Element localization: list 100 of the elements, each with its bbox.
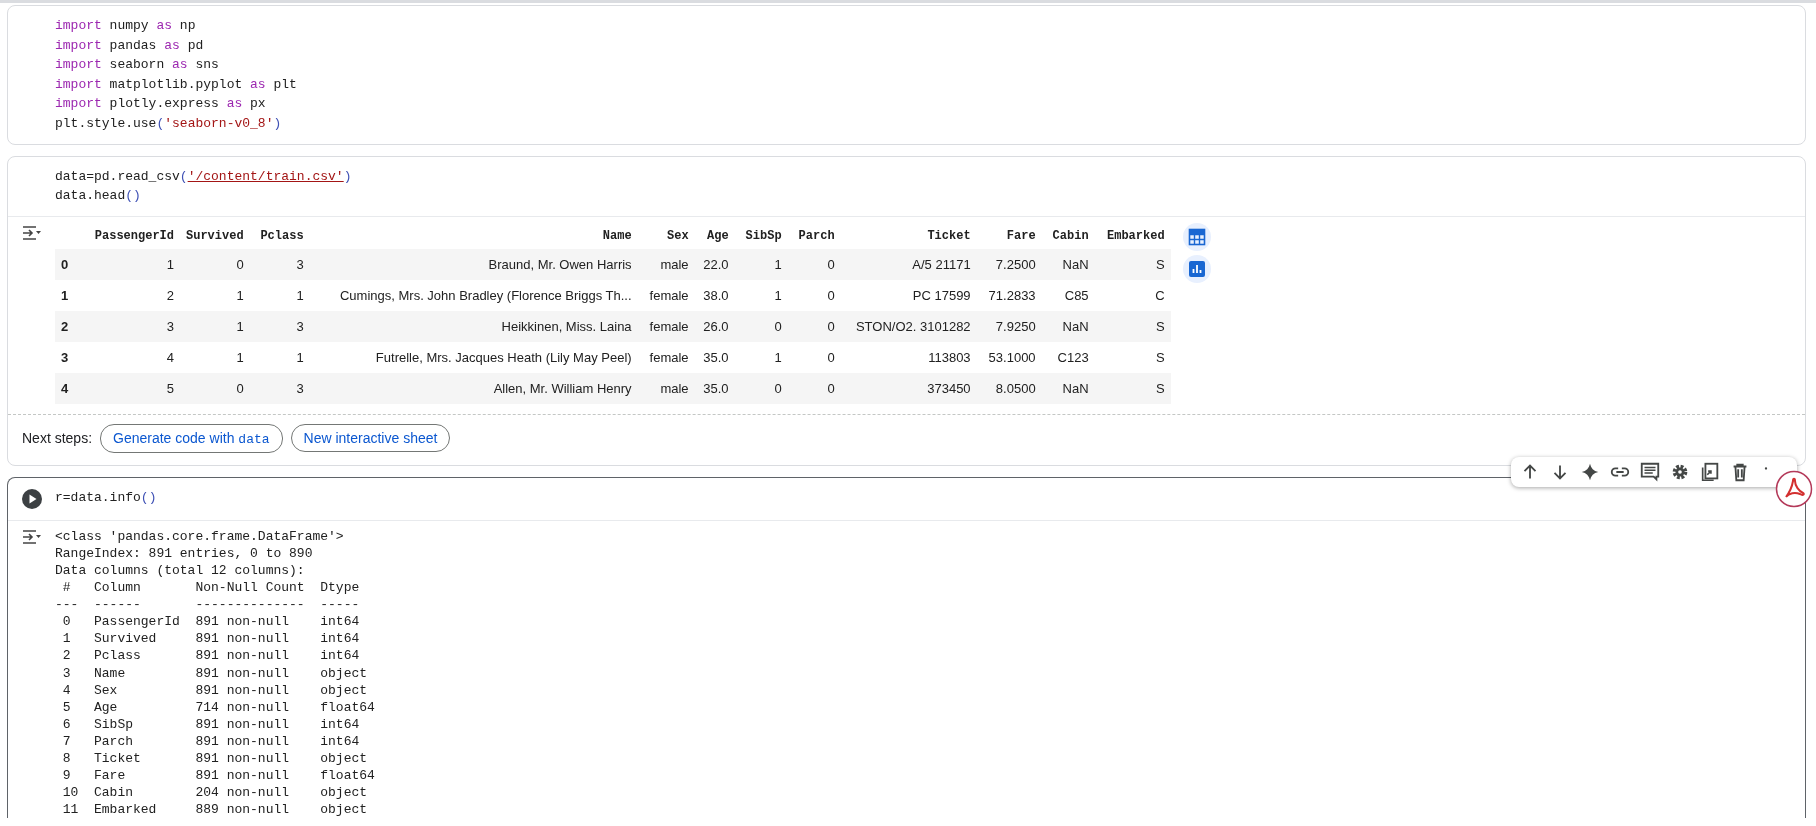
code-line: data=pd.read_csv('/content/train.csv') bbox=[55, 167, 352, 186]
column-header: Fare bbox=[1006, 228, 1036, 243]
row-index: 1 bbox=[61, 287, 69, 303]
table-cell: female bbox=[649, 318, 689, 334]
code-line: import numpy as np bbox=[55, 17, 197, 35]
table-cell: 38.0 bbox=[703, 287, 729, 303]
row-index: 3 bbox=[61, 349, 69, 365]
table-cell: NaN bbox=[1062, 256, 1089, 272]
output-line: 5 Age 714 non-null float64 bbox=[61, 698, 375, 716]
code-line: import seaborn as sns bbox=[55, 56, 220, 75]
table-cell: 0 bbox=[827, 256, 835, 272]
table-cell: 71.2833 bbox=[988, 287, 1036, 303]
mirror-cell-icon[interactable] bbox=[1699, 461, 1721, 483]
table-cell: A/5 21171 bbox=[912, 256, 971, 272]
code-line: import pandas as pd bbox=[55, 36, 205, 55]
table-cell: 22.0 bbox=[703, 256, 729, 272]
table-cell: NaN bbox=[1062, 380, 1089, 396]
table-cell: 1 bbox=[236, 287, 244, 303]
table-cell: 1 bbox=[236, 318, 244, 334]
table-cell: 1 bbox=[296, 349, 304, 365]
table-icon[interactable] bbox=[1187, 227, 1206, 246]
column-header: Parch bbox=[798, 228, 835, 243]
table-cell: 7.9250 bbox=[995, 318, 1036, 334]
column-header: Ticket bbox=[927, 228, 971, 243]
table-cell: 35.0 bbox=[703, 349, 729, 365]
table-cell: 373450 bbox=[927, 380, 971, 396]
comment-icon[interactable] bbox=[1639, 461, 1661, 483]
table-cell: male bbox=[660, 256, 689, 272]
output-line: 11 Embarked 889 non-null object bbox=[61, 801, 369, 819]
output-line: --- ------ -------------- ----- bbox=[55, 596, 361, 614]
code-line: data.head() bbox=[55, 187, 142, 206]
table-cell: 53.1000 bbox=[988, 349, 1036, 365]
pdf-icon[interactable] bbox=[1775, 470, 1813, 508]
code-line: r=data.info() bbox=[55, 488, 157, 507]
table-cell: 1 bbox=[236, 349, 244, 365]
table-cell: 0 bbox=[236, 380, 244, 396]
column-header: Embarked bbox=[1107, 228, 1165, 243]
table-cell: STON/O2. 3101282 bbox=[855, 318, 971, 334]
table-cell: S bbox=[1155, 318, 1165, 334]
table-cell: 113803 bbox=[928, 349, 971, 365]
table-cell: S bbox=[1155, 380, 1165, 396]
next-steps-label: Next steps: bbox=[22, 430, 93, 447]
table-cell: 7.2500 bbox=[995, 256, 1036, 272]
table-cell: C123 bbox=[1057, 349, 1089, 365]
table-cell: 3 bbox=[296, 256, 304, 272]
table-cell: 1 bbox=[774, 349, 782, 365]
output-toggle-icon[interactable] bbox=[21, 224, 42, 241]
table-cell: 4 bbox=[166, 349, 174, 365]
row-index: 4 bbox=[61, 380, 69, 396]
output-line: 1 Survived 891 non-null int64 bbox=[61, 630, 361, 648]
chart-button[interactable] bbox=[1182, 254, 1211, 283]
suggestion-button[interactable]: Generate code with data bbox=[100, 423, 283, 453]
code-line: import plotly.express as px bbox=[55, 95, 267, 114]
column-header: Name bbox=[602, 228, 632, 243]
output-line: 2 Pclass 891 non-null int64 bbox=[61, 647, 361, 665]
table-cell: Allen, Mr. William Henry bbox=[493, 380, 632, 396]
table-cell: 5 bbox=[166, 380, 174, 396]
table-cell: Cumings, Mrs. John Bradley (Florence Briggs Th... bbox=[339, 287, 632, 303]
bar-chart-icon[interactable] bbox=[1187, 259, 1206, 278]
column-header: SibSp bbox=[745, 228, 782, 243]
table-cell: female bbox=[649, 349, 689, 365]
table-cell: 2 bbox=[166, 287, 174, 303]
output-toggle-icon[interactable] bbox=[21, 528, 42, 545]
table-cell: S bbox=[1155, 256, 1165, 272]
run-button[interactable] bbox=[20, 487, 43, 510]
column-header: Survived bbox=[186, 228, 244, 243]
column-header: Sex bbox=[667, 228, 689, 243]
table-view-button[interactable] bbox=[1182, 222, 1211, 251]
table-cell: 3 bbox=[166, 318, 174, 334]
output-line: Data columns (total 12 columns): bbox=[55, 561, 306, 580]
code-line: import matplotlib.pyplot as plt bbox=[55, 75, 297, 94]
table-cell: Braund, Mr. Owen Harris bbox=[488, 256, 632, 272]
output-line: 6 SibSp 891 non-null int64 bbox=[61, 715, 361, 733]
table-cell: 3 bbox=[296, 318, 304, 334]
table-cell: Futrelle, Mrs. Jacques Heath (Lily May Peel) bbox=[375, 349, 632, 365]
table-cell: 0 bbox=[827, 349, 835, 365]
table-cell: NaN bbox=[1062, 318, 1089, 334]
output-line: 0 PassengerId 891 non-null int64 bbox=[61, 613, 361, 631]
column-header: PassengerId bbox=[94, 228, 174, 243]
column-header: Pclass bbox=[260, 228, 304, 243]
table-cell: 35.0 bbox=[703, 380, 729, 396]
code-line: plt.style.use('seaborn-v0_8') bbox=[55, 114, 283, 133]
column-header: Cabin bbox=[1052, 228, 1089, 243]
table-cell: 1 bbox=[166, 256, 174, 272]
table-cell: 0 bbox=[827, 380, 835, 396]
table-cell: 0 bbox=[236, 256, 244, 272]
output-line: <class 'pandas.core.frame.DataFrame'> bbox=[55, 527, 345, 545]
row-index: 2 bbox=[61, 318, 69, 334]
suggestion-button[interactable]: New interactive sheet bbox=[290, 424, 451, 453]
table-cell: C bbox=[1155, 287, 1165, 303]
output-line: RangeIndex: 891 entries, 0 to 890 bbox=[55, 544, 314, 562]
table-cell: 0 bbox=[774, 318, 782, 334]
output-line: 8 Ticket 891 non-null object bbox=[61, 749, 369, 768]
column-header: Age bbox=[707, 228, 729, 243]
table-cell: 26.0 bbox=[703, 318, 729, 334]
table-cell: 0 bbox=[827, 287, 835, 303]
output-line: 9 Fare 891 non-null float64 bbox=[61, 767, 375, 785]
table-cell: 1 bbox=[296, 287, 304, 303]
table-cell: S bbox=[1155, 349, 1165, 365]
table-cell: 1 bbox=[774, 256, 782, 272]
